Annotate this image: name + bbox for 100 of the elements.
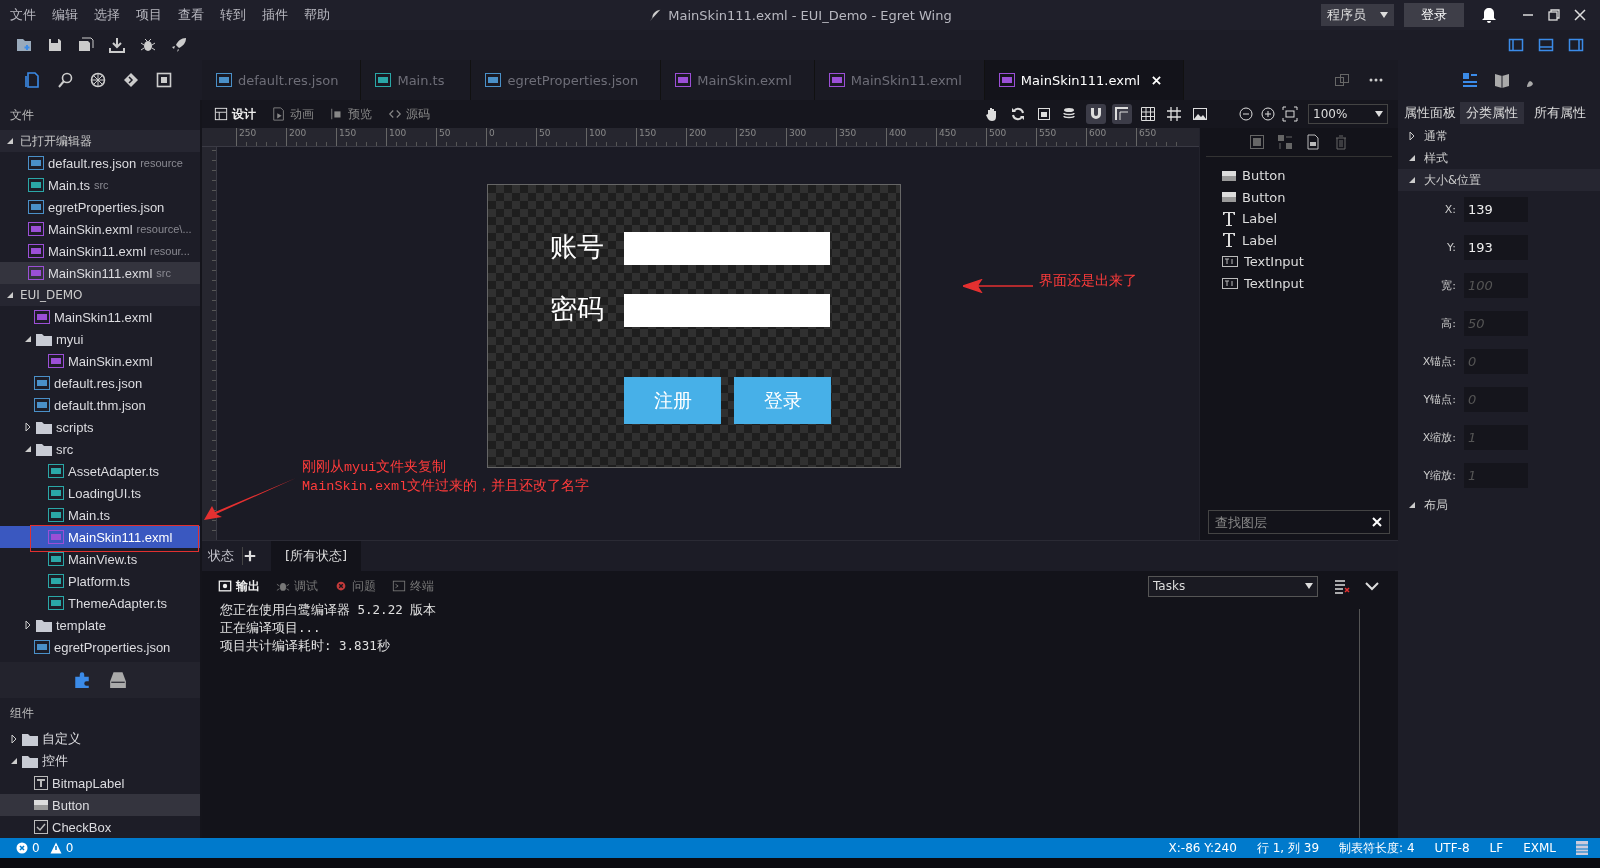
menu-item[interactable]: 插件: [252, 6, 294, 24]
tree-item[interactable]: Main.ts: [0, 504, 200, 526]
open-editor-item[interactable]: MainSkin111.exml src: [0, 262, 200, 284]
save-icon[interactable]: [47, 37, 63, 53]
tree-item[interactable]: CheckBox: [0, 816, 200, 838]
close-icon[interactable]: [1572, 7, 1588, 23]
input-field[interactable]: [624, 232, 830, 265]
magnet-icon[interactable]: [1086, 104, 1106, 124]
dropdown-caret-icon[interactable]: [1305, 583, 1313, 589]
tree-item[interactable]: LoadingUI.ts: [0, 482, 200, 504]
layer-item[interactable]: Button: [1200, 186, 1398, 208]
caret-icon[interactable]: [10, 757, 18, 765]
tree-item[interactable]: myui: [0, 328, 200, 350]
zoom-in-icon[interactable]: [1260, 106, 1276, 122]
caret-icon[interactable]: [1408, 132, 1416, 140]
menu-item[interactable]: 转到: [210, 6, 252, 24]
property-tab[interactable]: 分类属性: [1460, 101, 1524, 124]
hash-icon[interactable]: [1164, 104, 1184, 124]
property-field[interactable]: 1: [1464, 463, 1528, 488]
tree-item[interactable]: default.thm.json: [0, 394, 200, 416]
corner-icon[interactable]: [1112, 104, 1132, 124]
zoom-out-icon[interactable]: [1238, 106, 1254, 122]
tree-item[interactable]: src: [0, 438, 200, 460]
task-select[interactable]: Tasks: [1148, 575, 1318, 597]
fit-screen-icon[interactable]: [1282, 106, 1298, 122]
mode-tab[interactable]: 设计: [208, 105, 262, 123]
caret-icon[interactable]: [24, 335, 32, 343]
property-field[interactable]: 1: [1464, 425, 1528, 450]
status-item[interactable]: 行 1, 列 39: [1256, 839, 1320, 857]
output-tab[interactable]: 输出: [212, 577, 266, 595]
tree-item[interactable]: Platform.ts: [0, 570, 200, 592]
left-panel-icon[interactable]: [1508, 37, 1524, 53]
property-field[interactable]: 50: [1464, 311, 1528, 336]
open-editor-item[interactable]: MainSkin11.exml resour...: [0, 240, 200, 262]
editor-tab[interactable]: MainSkin111.exml: [984, 60, 1185, 100]
tree-item[interactable]: MainView.ts: [0, 548, 200, 570]
tree-item[interactable]: template: [0, 614, 200, 636]
wheel-icon[interactable]: [90, 72, 106, 88]
input-field[interactable]: [624, 294, 830, 327]
mode-tab[interactable]: 预览: [324, 105, 378, 123]
property-field[interactable]: 193: [1464, 235, 1528, 260]
restore-icon[interactable]: [1546, 7, 1562, 23]
menu-item[interactable]: 文件: [0, 6, 42, 24]
tree-item[interactable]: default.res.json: [0, 372, 200, 394]
layer-item[interactable]: Label: [1200, 229, 1398, 251]
puzzle-icon[interactable]: [73, 671, 91, 689]
menu-item[interactable]: 帮助: [294, 6, 336, 24]
menu-item[interactable]: 项目: [126, 6, 168, 24]
menu-item[interactable]: 编辑: [42, 6, 84, 24]
caret-icon[interactable]: [24, 423, 32, 431]
tree-item[interactable]: MainSkin111.exml: [0, 526, 200, 548]
download-icon[interactable]: [109, 37, 125, 53]
clear-icon[interactable]: [1372, 517, 1382, 527]
tree-item[interactable]: 自定义: [0, 728, 200, 750]
properties-icon[interactable]: [1462, 72, 1478, 88]
layer-item[interactable]: Button: [1200, 165, 1398, 187]
property-field[interactable]: 139: [1464, 197, 1528, 222]
caret-icon[interactable]: [6, 291, 14, 299]
status-item[interactable]: X:-86 Y:240: [1168, 841, 1237, 855]
zoom-select[interactable]: 100%: [1308, 104, 1388, 124]
book-icon[interactable]: [1494, 72, 1510, 88]
caret-icon[interactable]: [24, 445, 32, 453]
dropdown-caret-icon[interactable]: [1375, 111, 1383, 117]
open-editor-item[interactable]: MainSkin.exml resource\...: [0, 218, 200, 240]
status-item[interactable]: EXML: [1523, 841, 1556, 855]
caret-icon[interactable]: [10, 735, 18, 743]
group-icon[interactable]: [1249, 134, 1265, 150]
layer-item[interactable]: Label: [1200, 208, 1398, 230]
right-panel-icon[interactable]: [1568, 37, 1584, 53]
property-field[interactable]: 0: [1464, 349, 1528, 374]
tree-item[interactable]: MainSkin11.exml: [0, 306, 200, 328]
tree-item[interactable]: BitmapLabel: [0, 772, 200, 794]
add-icon[interactable]: [243, 549, 257, 563]
open-editor-item[interactable]: default.res.json resource: [0, 152, 200, 174]
caret-icon[interactable]: [6, 137, 14, 145]
tree-item[interactable]: MainSkin.exml: [0, 350, 200, 372]
open-editor-item[interactable]: egretProperties.json: [0, 196, 200, 218]
open-editor-item[interactable]: Main.ts src: [0, 174, 200, 196]
output-tab[interactable]: 问题: [328, 577, 382, 595]
status-item[interactable]: LF: [1489, 841, 1504, 855]
close-icon[interactable]: [1152, 75, 1162, 85]
property-field[interactable]: 100: [1464, 273, 1528, 298]
warning-icon[interactable]: [49, 842, 62, 854]
bell-icon[interactable]: [1482, 7, 1496, 23]
menu-item[interactable]: 选择: [84, 6, 126, 24]
grid-icon[interactable]: [1138, 104, 1158, 124]
status-item[interactable]: UTF-8: [1434, 841, 1470, 855]
drive-icon[interactable]: [109, 671, 127, 689]
menu-item[interactable]: 查看: [168, 6, 210, 24]
square-icon[interactable]: [156, 72, 172, 88]
search-icon[interactable]: [57, 72, 73, 88]
clear-list-icon[interactable]: [1334, 578, 1350, 594]
files-icon[interactable]: [24, 72, 40, 88]
tree-item[interactable]: ThemeAdapter.ts: [0, 592, 200, 614]
mode-tab[interactable]: 源码: [382, 105, 436, 123]
output-tab[interactable]: 调试: [270, 577, 324, 595]
tree-item[interactable]: AssetAdapter.ts: [0, 460, 200, 482]
error-icon[interactable]: [16, 842, 28, 854]
role-select[interactable]: 程序员: [1321, 4, 1394, 26]
caret-icon[interactable]: [1408, 176, 1416, 184]
